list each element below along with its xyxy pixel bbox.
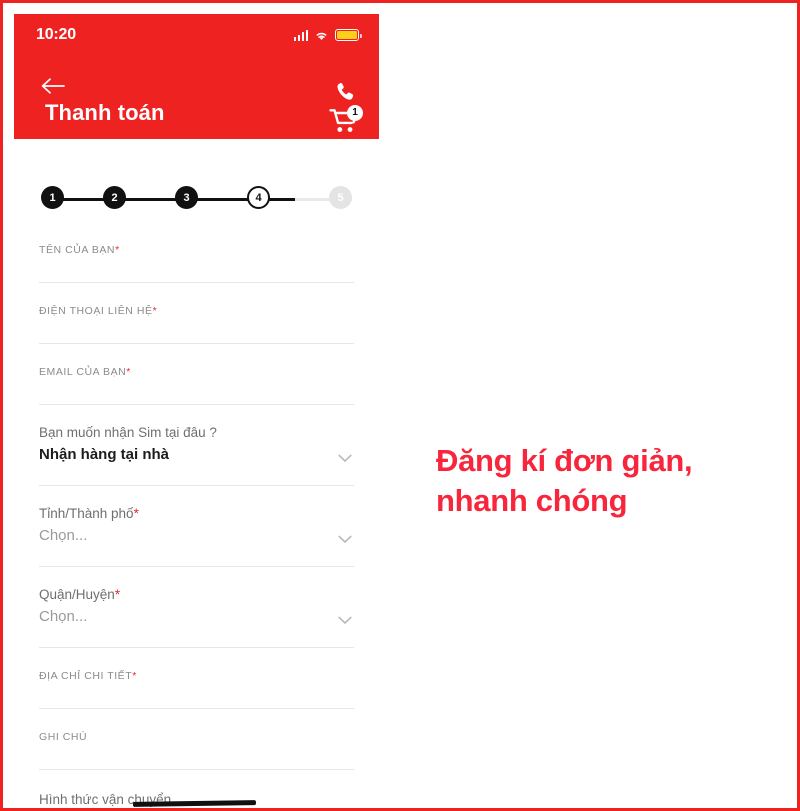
promo-text: Đăng kí đơn giản, nhanh chóng xyxy=(436,441,776,520)
wifi-icon xyxy=(314,29,329,41)
stepper-step-2-label: 2 xyxy=(111,191,118,204)
name-field-label: TÊN CỦA BẠN* xyxy=(39,222,354,272)
address-field[interactable]: ĐỊA CHỈ CHI TIẾT* xyxy=(39,648,354,709)
stepper-step-5-label: 5 xyxy=(337,191,344,204)
province-value: Chọn... xyxy=(39,527,88,544)
email-field-label: EMAIL CỦA BẠN* xyxy=(39,344,354,394)
email-field-required: * xyxy=(126,366,131,378)
stepper-step-2[interactable]: 2 xyxy=(103,186,126,209)
stepper-step-4-label: 4 xyxy=(255,191,262,204)
district-label: Quận/Huyện* xyxy=(39,567,354,608)
phone-mockup: 10:20 Thanh toán 1 1 2 3 4 5 TÊN CỦA BẠN… xyxy=(14,14,379,808)
promo-line-1: Đăng kí đơn giản, xyxy=(436,443,693,478)
back-arrow-icon[interactable] xyxy=(40,76,66,96)
stepper-step-3[interactable]: 3 xyxy=(175,186,198,209)
status-bar: 10:20 xyxy=(14,14,379,56)
phone-field-label-text: ĐIỆN THOẠI LIÊN HỆ xyxy=(39,305,153,317)
promo-line-2: nhanh chóng xyxy=(436,482,628,518)
delivery-method-select[interactable]: Nhận hàng tại nhà xyxy=(39,446,354,475)
phone-field-required: * xyxy=(152,305,158,317)
battery-icon xyxy=(335,29,362,41)
chevron-down-icon[interactable] xyxy=(338,531,352,543)
checkout-form: TÊN CỦA BẠN* ĐIỆN THOẠI LIÊN HỆ* EMAIL C… xyxy=(14,222,379,807)
stepper-step-1-label: 1 xyxy=(49,191,56,204)
address-field-label: ĐỊA CHỈ CHI TIẾT* xyxy=(39,648,354,698)
cart-badge: 1 xyxy=(347,105,363,121)
app-header: 10:20 Thanh toán 1 xyxy=(14,14,379,139)
address-field-required: * xyxy=(132,670,137,682)
province-select[interactable]: Chọn... xyxy=(39,527,354,556)
name-field-required: * xyxy=(115,244,120,256)
stepper-step-5[interactable]: 5 xyxy=(329,186,352,209)
content-card: 1 2 3 4 5 TÊN CỦA BẠN* ĐIỆN THOẠI LIÊN H… xyxy=(14,144,379,808)
province-required: * xyxy=(133,506,139,521)
chevron-down-icon[interactable] xyxy=(338,450,352,462)
note-field[interactable]: GHI CHÚ xyxy=(39,709,354,770)
status-bar-icons xyxy=(293,29,362,41)
phone-field-label: ĐIỆN THOẠI LIÊN HỆ* xyxy=(39,283,354,333)
header-actions: 1 xyxy=(317,82,363,138)
address-field-label-text: ĐỊA CHỈ CHI TIẾT xyxy=(39,670,133,682)
stepper-step-3-label: 3 xyxy=(183,191,190,204)
district-value: Chọn... xyxy=(39,608,88,625)
delivery-method-value: Nhận hàng tại nhà xyxy=(39,446,170,463)
district-label-text: Quận/Huyện xyxy=(39,587,115,602)
district-field[interactable]: Quận/Huyện* Chọn... xyxy=(39,567,354,648)
phone-call-icon[interactable] xyxy=(336,82,354,102)
province-label-text: Tỉnh/Thành phố xyxy=(39,506,134,521)
name-field[interactable]: TÊN CỦA BẠN* xyxy=(39,222,354,283)
stepper-step-4[interactable]: 4 xyxy=(247,186,270,209)
phone-field[interactable]: ĐIỆN THOẠI LIÊN HỆ* xyxy=(39,283,354,344)
checkout-stepper: 1 2 3 4 5 xyxy=(41,184,352,214)
district-required: * xyxy=(114,587,121,602)
note-field-label: GHI CHÚ xyxy=(39,731,88,743)
province-field[interactable]: Tỉnh/Thành phố* Chọn... xyxy=(39,486,354,567)
status-bar-time: 10:20 xyxy=(36,26,76,43)
signal-bars-icon xyxy=(293,29,308,41)
delivery-method-label: Bạn muốn nhận Sim tại đâu ? xyxy=(39,425,217,440)
stepper-step-1[interactable]: 1 xyxy=(41,186,64,209)
page-title: Thanh toán xyxy=(45,100,165,125)
name-field-label-text: TÊN CỦA BẠN xyxy=(39,244,116,256)
email-field[interactable]: EMAIL CỦA BẠN* xyxy=(39,344,354,405)
delivery-method-field[interactable]: Bạn muốn nhận Sim tại đâu ? Nhận hàng tạ… xyxy=(39,405,354,486)
province-label: Tỉnh/Thành phố* xyxy=(39,486,354,527)
district-select[interactable]: Chọn... xyxy=(39,608,354,637)
chevron-down-icon[interactable] xyxy=(338,612,352,624)
email-field-label-text: EMAIL CỦA BẠN xyxy=(39,366,127,378)
screenshot-frame: 10:20 Thanh toán 1 1 2 3 4 5 TÊN CỦA BẠN… xyxy=(0,0,800,811)
